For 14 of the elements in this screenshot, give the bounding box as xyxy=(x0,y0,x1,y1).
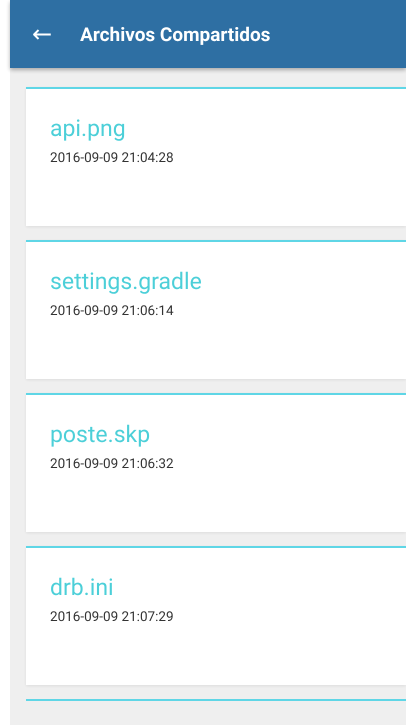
file-date: 2016-09-09 21:04:28 xyxy=(50,150,175,166)
file-name: drb.ini xyxy=(50,574,115,601)
file-date: 2016-09-09 21:07:29 xyxy=(50,609,175,625)
file-date: 2016-09-09 21:06:14 xyxy=(50,303,175,319)
file-card[interactable]: drb.ini 2016-09-09 21:07:29 xyxy=(26,546,406,685)
file-card[interactable]: poste.skp 2016-09-09 21:06:32 xyxy=(26,393,406,532)
screen-title: Archivos Compartidos xyxy=(80,22,270,46)
file-card[interactable]: api.png 2016-09-09 21:04:28 xyxy=(26,87,406,226)
file-name: poste.skp xyxy=(50,421,152,448)
file-name: settings.gradle xyxy=(50,268,203,295)
file-date: 2016-09-09 21:06:32 xyxy=(50,456,175,472)
file-name: api.png xyxy=(50,115,127,142)
file-card[interactable]: settings.gradle 2016-09-09 21:06:14 xyxy=(26,240,406,379)
back-button[interactable]: ← xyxy=(32,22,52,46)
